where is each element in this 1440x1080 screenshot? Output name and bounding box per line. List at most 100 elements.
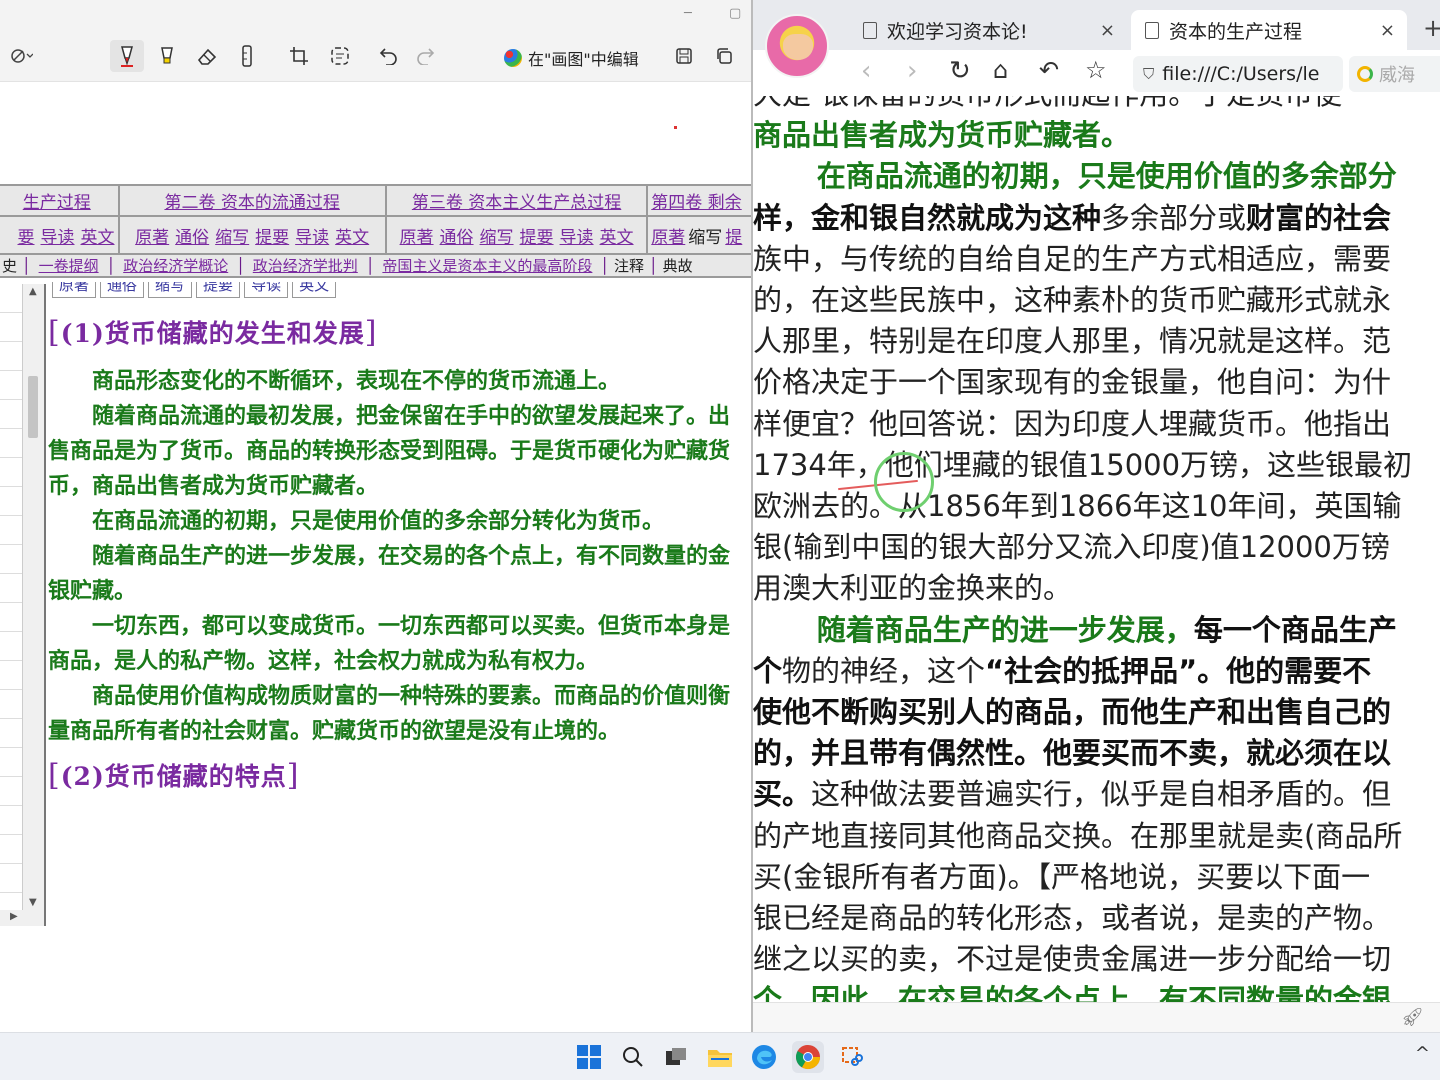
nav-link[interactable]: 英文 <box>600 228 634 248</box>
nav-link[interactable]: 政治经济学批判 <box>253 257 358 275</box>
text-span: 族中，与传统的自给自足的生产方式相适应，需要 <box>753 241 1392 276</box>
scroll-thumb[interactable] <box>28 376 38 438</box>
address-bar[interactable]: ⛉ file:///C:/Users/le <box>1133 56 1343 92</box>
reload-icon[interactable]: ↻ <box>949 56 971 86</box>
nav-vol4-link[interactable]: 第四卷 剩余 <box>651 193 741 213</box>
nav-link[interactable]: 提要 <box>255 228 289 248</box>
undo-close-icon[interactable]: ↶ <box>1039 56 1059 84</box>
text-span: 的，在这些民族中，这种素朴的货币贮藏形式就永 <box>753 283 1392 318</box>
text-line: 商品出售者成为货币贮藏者。 <box>753 115 1440 156</box>
nav-link[interactable]: 原著 <box>400 228 434 248</box>
tab-popular[interactable]: 通俗 <box>100 282 145 298</box>
file-explorer-icon[interactable] <box>704 1041 736 1073</box>
redo-icon[interactable] <box>408 40 442 72</box>
text-span: “社会的抵押品”。他的需要不 <box>985 653 1372 688</box>
text-span: 银已经是商品的转化形态，或者说，是卖的产物。 <box>753 901 1392 936</box>
text-span: 使他不断购买别人的商品，而他生产和出售自己的 <box>753 695 1392 730</box>
tab-english[interactable]: 英文 <box>292 282 337 298</box>
text-span: 样便宜？他回答说：因为印度人埋藏货币。他指出 <box>753 406 1392 441</box>
text-line: 1734年，他们埋藏的银值15000万镑，这些银最初 <box>753 445 1440 486</box>
nav-link[interactable]: 英文 <box>335 228 369 248</box>
shield-icon: ⛉ <box>1143 65 1155 83</box>
task-view-icon[interactable] <box>660 1041 692 1073</box>
copy-icon[interactable] <box>707 40 741 72</box>
text-line: 买。这种做法要普遍实行，似乎是自相矛盾的。但 <box>753 774 1440 815</box>
tray-chevron-icon[interactable]: ^ <box>1415 1043 1430 1064</box>
pen-mark <box>674 126 677 129</box>
rocket-icon[interactable]: 🚀︎ <box>1401 1007 1424 1028</box>
right-document: 大是 银保留的货币形式而起作用。于是货币便商品出售者成为货币贮藏者。在商品流通的… <box>753 96 1440 1002</box>
tab-abridged[interactable]: 缩写 <box>148 282 193 298</box>
nav-link[interactable]: 提 <box>725 228 742 248</box>
forward-icon[interactable]: › <box>907 56 917 86</box>
text-line: 族中，与传统的自给自足的生产方式相适应，需要 <box>753 239 1440 280</box>
undo-icon[interactable] <box>372 40 406 72</box>
nav-link[interactable]: 缩写 <box>480 228 514 248</box>
ruler-icon[interactable] <box>230 40 264 72</box>
search-icon[interactable] <box>617 1041 649 1073</box>
text-span: 每一个商品生产 <box>1193 612 1397 647</box>
horizontal-scrollbar[interactable]: ▶ <box>0 910 44 926</box>
search-box[interactable]: 威海 <box>1349 56 1440 92</box>
maximize-button[interactable]: ▢ <box>729 6 741 21</box>
tab-guide[interactable]: 导读 <box>244 282 289 298</box>
highlighter-icon[interactable] <box>150 40 184 72</box>
vertical-scrollbar[interactable]: ▲ ▼ <box>22 284 44 910</box>
crop-icon[interactable] <box>282 40 316 72</box>
desktop: ─ ▢ 在"画图"中编辑 生产过程 第二卷 资本的流通过程 第三卷 资本主义生产… <box>0 0 1440 1080</box>
nav-link[interactable]: 要 <box>18 228 35 248</box>
eraser-icon[interactable] <box>190 40 224 72</box>
edge-icon[interactable] <box>748 1041 780 1073</box>
back-icon[interactable]: ‹ <box>861 56 871 86</box>
nav-link[interactable]: 帝国主义是资本主义的最高阶段 <box>382 257 592 275</box>
tab-welcome[interactable]: 欢迎学习资本论! × <box>849 10 1127 50</box>
nav-vol3-link[interactable]: 第三卷 资本主义生产总过程 <box>412 193 621 213</box>
text-line: 随着商品生产的进一步发展，每一个商品生产 <box>753 610 1440 651</box>
new-tab-button[interactable]: + <box>1423 14 1440 42</box>
nav-link[interactable]: 导读 <box>295 228 329 248</box>
touch-writing-icon[interactable] <box>2 40 42 72</box>
edit-in-paint-button[interactable]: 在"画图"中编辑 <box>504 46 639 70</box>
text-line: 样，金和银自然就成为这种多余部分或财富的社会 <box>753 198 1440 239</box>
nav-link[interactable]: 提要 <box>520 228 554 248</box>
close-tab-icon[interactable]: × <box>1380 20 1395 41</box>
text-span: 个。因此，在交易的各个点上，有不同数量的金银 <box>753 983 1392 1002</box>
paragraph: 一切东西，都可以变成货币。一切东西都可以买卖。但货币本身是商品，是人的私产物。这… <box>48 614 731 674</box>
text-span: 1734年，他们埋藏的银值15000万镑，这些银最初 <box>753 447 1413 482</box>
nav-link[interactable]: 通俗 <box>175 228 209 248</box>
tab-production-process[interactable]: 资本的生产过程 × <box>1131 10 1407 50</box>
nav-link[interactable]: 一卷提纲 <box>39 257 99 275</box>
nav-vol2-link[interactable]: 第二卷 资本的流通过程 <box>164 193 339 213</box>
nav-link[interactable]: 原著 <box>651 228 685 248</box>
nav-link[interactable]: 导读 <box>41 228 75 248</box>
snipping-tool-icon[interactable] <box>836 1041 868 1073</box>
ballpoint-pen-icon[interactable] <box>110 40 144 72</box>
snipping-tool-window: ─ ▢ 在"画图"中编辑 生产过程 第二卷 资本的流通过程 第三卷 资本主义生产… <box>0 0 751 1032</box>
chrome-icon[interactable] <box>792 1041 824 1073</box>
status-bar: 🚀︎ <box>753 1002 1440 1032</box>
nav-link[interactable]: 原著 <box>135 228 169 248</box>
nav-vol1-link[interactable]: 生产过程 <box>23 193 91 213</box>
save-icon[interactable] <box>667 40 701 72</box>
avatar[interactable] <box>765 14 829 78</box>
home-icon[interactable]: ⌂ <box>993 56 1008 84</box>
nav-link[interactable]: 导读 <box>560 228 594 248</box>
tab-original[interactable]: 原著 <box>52 282 97 298</box>
text-span: 财富的社会 <box>1246 200 1392 235</box>
text-span: 买(金银所有者方面)。【严格地说，买要以下面一 <box>753 859 1371 894</box>
start-icon[interactable] <box>573 1041 605 1073</box>
text-line: 大是 银保留的货币形式而起作用。于是货币便 <box>753 96 1440 115</box>
text-line: 银(输到中国的银大部分又流入印度)值12000万镑 <box>753 527 1440 568</box>
minimize-button[interactable]: ─ <box>684 6 692 21</box>
bookmark-star-icon[interactable]: ☆ <box>1085 56 1107 84</box>
close-tab-icon[interactable]: × <box>1100 20 1115 41</box>
nav-link[interactable]: 缩写 <box>215 228 249 248</box>
paint-icon <box>504 49 522 67</box>
nav-link[interactable]: 政治经济学概论 <box>123 257 228 275</box>
text-actions-icon[interactable] <box>323 40 357 72</box>
nav-link[interactable]: 通俗 <box>440 228 474 248</box>
page-icon <box>1145 21 1159 39</box>
tab-summary[interactable]: 提要 <box>196 282 241 298</box>
nav-link[interactable]: 英文 <box>81 228 115 248</box>
text-span: 在商品流通的初期，只是使用价值的多余部分 <box>816 159 1397 194</box>
